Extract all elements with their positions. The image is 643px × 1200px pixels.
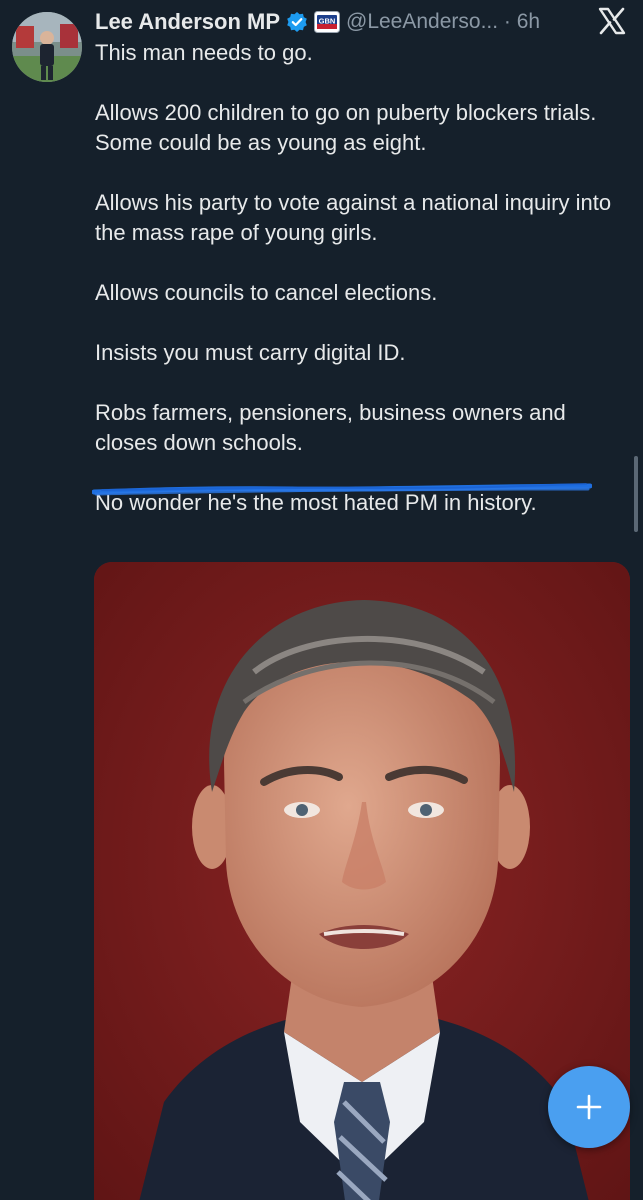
- tweet-paragraph: Allows 200 children to go on puberty blo…: [95, 100, 597, 155]
- author-handle-time[interactable]: @LeeAnderso... · 6h: [346, 10, 540, 34]
- plus-icon: [576, 1094, 602, 1120]
- tweet-paragraph: Robs farmers, pensioners, business owner…: [95, 400, 566, 455]
- verified-badge-icon: [286, 11, 308, 33]
- tweet-paragraph: Insists you must carry digital ID.: [95, 340, 406, 365]
- author-name[interactable]: Lee Anderson MP: [95, 9, 280, 35]
- tweet-paragraph: Allows councils to cancel elections.: [95, 280, 438, 305]
- x-logo-icon[interactable]: [597, 6, 627, 36]
- compose-button[interactable]: [548, 1066, 630, 1148]
- scrollbar-thumb[interactable]: [634, 456, 638, 532]
- author-avatar[interactable]: [12, 12, 82, 82]
- svg-text:GBN: GBN: [319, 17, 336, 26]
- tweet-header: Lee Anderson MP GBN @LeeAnderso... · 6h: [95, 6, 540, 38]
- tweet-body: This man needs to go. Allows 200 childre…: [95, 38, 615, 518]
- tweet-paragraph: This man needs to go.: [95, 40, 313, 65]
- tweet-paragraph: Allows his party to vote against a natio…: [95, 190, 612, 245]
- tweet-screen: Lee Anderson MP GBN @LeeAnderso... · 6h …: [0, 0, 643, 1200]
- gbn-affiliate-icon[interactable]: GBN: [314, 11, 340, 33]
- blue-underline-scribble: [92, 483, 592, 496]
